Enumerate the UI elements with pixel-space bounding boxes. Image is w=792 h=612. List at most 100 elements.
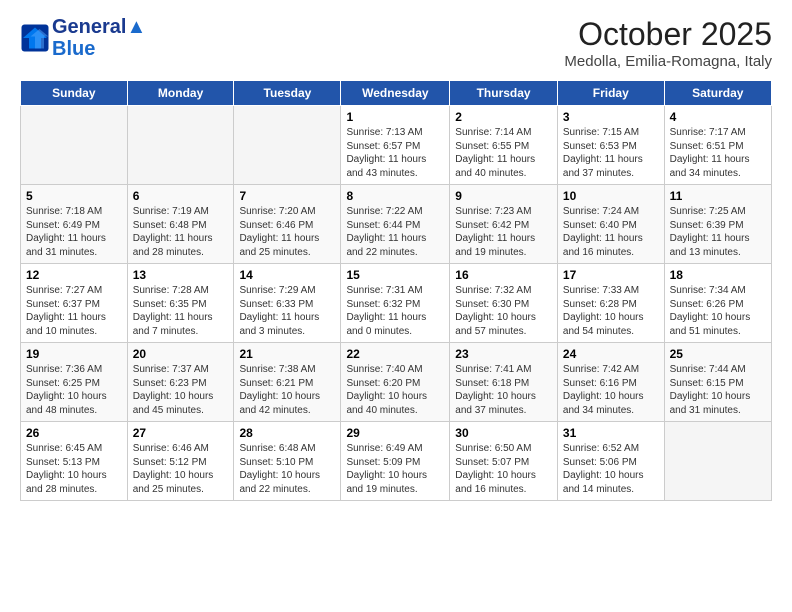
- day-info: Sunrise: 7:32 AM Sunset: 6:30 PM Dayligh…: [455, 284, 552, 338]
- day-info: Sunrise: 7:38 AM Sunset: 6:21 PM Dayligh…: [239, 363, 335, 417]
- calendar-cell: 6 Sunrise: 7:19 AM Sunset: 6:48 PM Daylig…: [127, 185, 234, 264]
- calendar-cell: 24 Sunrise: 7:42 AM Sunset: 6:16 PM Dayli…: [557, 343, 664, 422]
- calendar-cell: 10Sunrise: 7:24 AM Sunset: 6:40 PM Dayli…: [557, 185, 664, 264]
- calendar-cell: 30 Sunrise: 6:50 AM Sunset: 5:07 PM Dayli…: [450, 422, 558, 501]
- day-header-saturday: Saturday: [664, 81, 771, 106]
- calendar-cell: 23 Sunrise: 7:41 AM Sunset: 6:18 PM Dayli…: [450, 343, 558, 422]
- day-info: Sunrise: 7:13 AM Sunset: 6:57 PM Dayligh…: [346, 126, 444, 180]
- calendar-cell: 1 Sunrise: 7:13 AM Sunset: 6:57 PM Daylig…: [341, 106, 450, 185]
- calendar-body: 1 Sunrise: 7:13 AM Sunset: 6:57 PM Daylig…: [21, 106, 772, 501]
- day-number: 23: [455, 347, 552, 361]
- calendar-cell: 13Sunrise: 7:28 AM Sunset: 6:35 PM Dayli…: [127, 264, 234, 343]
- day-number: 29: [346, 426, 444, 440]
- day-info: Sunrise: 7:14 AM Sunset: 6:55 PM Dayligh…: [455, 126, 552, 180]
- page: General▲ Blue October 2025 Medolla, Emil…: [0, 0, 792, 511]
- calendar-cell: 31Sunrise: 6:52 AM Sunset: 5:06 PM Dayli…: [557, 422, 664, 501]
- day-info: Sunrise: 7:19 AM Sunset: 6:48 PM Dayligh…: [133, 205, 229, 259]
- logo-icon: [20, 23, 50, 53]
- day-info: Sunrise: 6:48 AM Sunset: 5:10 PM Dayligh…: [239, 442, 335, 496]
- calendar-cell: 5 Sunrise: 7:18 AM Sunset: 6:49 PM Daylig…: [21, 185, 128, 264]
- day-number: 4: [670, 110, 766, 124]
- header: General▲ Blue October 2025 Medolla, Emil…: [20, 16, 772, 70]
- calendar-cell: 27Sunrise: 6:46 AM Sunset: 5:12 PM Dayli…: [127, 422, 234, 501]
- day-number: 2: [455, 110, 552, 124]
- day-info: Sunrise: 7:28 AM Sunset: 6:35 PM Dayligh…: [133, 284, 229, 338]
- day-info: Sunrise: 7:27 AM Sunset: 6:37 PM Dayligh…: [26, 284, 122, 338]
- day-info: Sunrise: 7:22 AM Sunset: 6:44 PM Dayligh…: [346, 205, 444, 259]
- day-info: Sunrise: 6:49 AM Sunset: 5:09 PM Dayligh…: [346, 442, 444, 496]
- day-header-wednesday: Wednesday: [341, 81, 450, 106]
- calendar-cell: 17 Sunrise: 7:33 AM Sunset: 6:28 PM Dayli…: [557, 264, 664, 343]
- calendar-table: SundayMondayTuesdayWednesdayThursdayFrid…: [20, 80, 772, 501]
- calendar-week-row: 19Sunrise: 7:36 AM Sunset: 6:25 PM Dayli…: [21, 343, 772, 422]
- day-info: Sunrise: 7:41 AM Sunset: 6:18 PM Dayligh…: [455, 363, 552, 417]
- calendar-header-row: SundayMondayTuesdayWednesdayThursdayFrid…: [21, 81, 772, 106]
- calendar-cell: 16 Sunrise: 7:32 AM Sunset: 6:30 PM Dayli…: [450, 264, 558, 343]
- day-number: 11: [670, 189, 766, 203]
- day-info: Sunrise: 7:33 AM Sunset: 6:28 PM Dayligh…: [563, 284, 659, 338]
- main-title: October 2025: [564, 16, 772, 53]
- calendar-week-row: 1 Sunrise: 7:13 AM Sunset: 6:57 PM Daylig…: [21, 106, 772, 185]
- calendar-cell: 14 Sunrise: 7:29 AM Sunset: 6:33 PM Dayli…: [234, 264, 341, 343]
- calendar-cell: 7 Sunrise: 7:20 AM Sunset: 6:46 PM Daylig…: [234, 185, 341, 264]
- day-number: 20: [133, 347, 229, 361]
- day-number: 26: [26, 426, 122, 440]
- calendar-cell: 9 Sunrise: 7:23 AM Sunset: 6:42 PM Daylig…: [450, 185, 558, 264]
- calendar-cell: 20Sunrise: 7:37 AM Sunset: 6:23 PM Dayli…: [127, 343, 234, 422]
- calendar-cell: 2 Sunrise: 7:14 AM Sunset: 6:55 PM Daylig…: [450, 106, 558, 185]
- day-info: Sunrise: 7:23 AM Sunset: 6:42 PM Dayligh…: [455, 205, 552, 259]
- day-number: 5: [26, 189, 122, 203]
- calendar-cell: [21, 106, 128, 185]
- day-number: 27: [133, 426, 229, 440]
- calendar-cell: 22Sunrise: 7:40 AM Sunset: 6:20 PM Dayli…: [341, 343, 450, 422]
- calendar-cell: [664, 422, 771, 501]
- day-header-friday: Friday: [557, 81, 664, 106]
- day-number: 24: [563, 347, 659, 361]
- calendar-cell: 26Sunrise: 6:45 AM Sunset: 5:13 PM Dayli…: [21, 422, 128, 501]
- calendar-cell: 4 Sunrise: 7:17 AM Sunset: 6:51 PM Daylig…: [664, 106, 771, 185]
- day-info: Sunrise: 7:20 AM Sunset: 6:46 PM Dayligh…: [239, 205, 335, 259]
- day-info: Sunrise: 7:42 AM Sunset: 6:16 PM Dayligh…: [563, 363, 659, 417]
- calendar-cell: 19Sunrise: 7:36 AM Sunset: 6:25 PM Dayli…: [21, 343, 128, 422]
- day-header-thursday: Thursday: [450, 81, 558, 106]
- day-number: 30: [455, 426, 552, 440]
- day-number: 21: [239, 347, 335, 361]
- day-info: Sunrise: 7:18 AM Sunset: 6:49 PM Dayligh…: [26, 205, 122, 259]
- day-header-tuesday: Tuesday: [234, 81, 341, 106]
- calendar-cell: 15Sunrise: 7:31 AM Sunset: 6:32 PM Dayli…: [341, 264, 450, 343]
- day-number: 6: [133, 189, 229, 203]
- day-number: 9: [455, 189, 552, 203]
- calendar-cell: 8 Sunrise: 7:22 AM Sunset: 6:44 PM Daylig…: [341, 185, 450, 264]
- day-number: 18: [670, 268, 766, 282]
- calendar-week-row: 26Sunrise: 6:45 AM Sunset: 5:13 PM Dayli…: [21, 422, 772, 501]
- calendar-cell: 28 Sunrise: 6:48 AM Sunset: 5:10 PM Dayli…: [234, 422, 341, 501]
- day-info: Sunrise: 7:34 AM Sunset: 6:26 PM Dayligh…: [670, 284, 766, 338]
- day-info: Sunrise: 7:29 AM Sunset: 6:33 PM Dayligh…: [239, 284, 335, 338]
- calendar-cell: 29 Sunrise: 6:49 AM Sunset: 5:09 PM Dayli…: [341, 422, 450, 501]
- day-number: 25: [670, 347, 766, 361]
- day-info: Sunrise: 7:24 AM Sunset: 6:40 PM Dayligh…: [563, 205, 659, 259]
- day-number: 17: [563, 268, 659, 282]
- calendar-cell: 21 Sunrise: 7:38 AM Sunset: 6:21 PM Dayli…: [234, 343, 341, 422]
- calendar-cell: 11 Sunrise: 7:25 AM Sunset: 6:39 PM Dayli…: [664, 185, 771, 264]
- calendar-cell: 25 Sunrise: 7:44 AM Sunset: 6:15 PM Dayli…: [664, 343, 771, 422]
- day-info: Sunrise: 7:25 AM Sunset: 6:39 PM Dayligh…: [670, 205, 766, 259]
- day-number: 3: [563, 110, 659, 124]
- day-number: 7: [239, 189, 335, 203]
- day-number: 1: [346, 110, 444, 124]
- day-info: Sunrise: 7:44 AM Sunset: 6:15 PM Dayligh…: [670, 363, 766, 417]
- day-info: Sunrise: 6:50 AM Sunset: 5:07 PM Dayligh…: [455, 442, 552, 496]
- day-info: Sunrise: 7:31 AM Sunset: 6:32 PM Dayligh…: [346, 284, 444, 338]
- calendar-cell: [234, 106, 341, 185]
- logo-text: General▲ Blue: [52, 16, 146, 60]
- day-number: 8: [346, 189, 444, 203]
- day-number: 31: [563, 426, 659, 440]
- day-number: 16: [455, 268, 552, 282]
- calendar-cell: 3Sunrise: 7:15 AM Sunset: 6:53 PM Daylig…: [557, 106, 664, 185]
- day-number: 12: [26, 268, 122, 282]
- day-info: Sunrise: 7:17 AM Sunset: 6:51 PM Dayligh…: [670, 126, 766, 180]
- calendar-cell: [127, 106, 234, 185]
- day-number: 28: [239, 426, 335, 440]
- day-number: 14: [239, 268, 335, 282]
- day-header-sunday: Sunday: [21, 81, 128, 106]
